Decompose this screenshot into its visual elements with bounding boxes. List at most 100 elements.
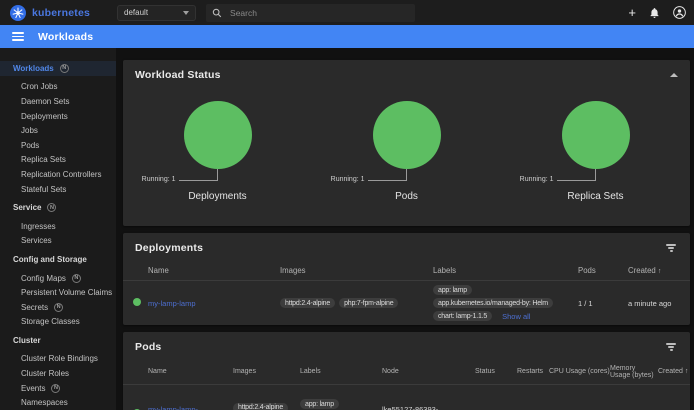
pods-pie-chart: Running: 1 Pods [312, 101, 501, 202]
sidebar-item-pods[interactable]: Pods [0, 138, 116, 153]
sidebar-nav: WorkloadsN Cron Jobs Daemon Sets Deploym… [0, 48, 116, 410]
sidebar-item-jobs[interactable]: Jobs [0, 123, 116, 138]
top-app-bar: kubernetes default + [0, 0, 694, 25]
column-header-labels[interactable]: Labels [433, 266, 578, 275]
collapse-card-icon[interactable] [670, 73, 678, 77]
sidebar-item-events[interactable]: EventsN [0, 381, 116, 396]
create-resource-button[interactable]: + [628, 8, 636, 18]
namespace-selector[interactable]: default [117, 5, 196, 21]
table-row: my-lamp-lamp httpd:2.4-alpine php:7-fpm-… [123, 281, 690, 325]
sidebar-item-namespaces[interactable]: Namespaces [0, 395, 116, 410]
sidebar-item-daemon-sets[interactable]: Daemon Sets [0, 94, 116, 109]
chart-title: Replica Sets [567, 191, 623, 202]
notifications-bell-icon[interactable] [649, 7, 660, 19]
sidebar-item-deployments[interactable]: Deployments [0, 109, 116, 124]
sidebar-item-cron-jobs[interactable]: Cron Jobs [0, 80, 116, 95]
kubernetes-dashboard: kubernetes default + [0, 0, 694, 410]
column-header-restarts[interactable]: Restarts [517, 368, 549, 375]
column-header-created[interactable]: Created ↑ [658, 368, 692, 375]
image-chip: httpd:2.4-alpine [280, 298, 335, 308]
sidebar-item-cluster[interactable]: Cluster [0, 333, 116, 348]
pie-callout-label: Running: 1 [520, 176, 554, 183]
namespaced-badge-icon: N [51, 384, 60, 393]
column-header-images[interactable]: Images [280, 266, 433, 275]
column-header-name[interactable]: Name [148, 368, 233, 375]
pie-running-slice [373, 101, 441, 169]
search-input[interactable] [230, 8, 380, 18]
workload-status-charts: Running: 1 Deployments Running: 1 Pods R… [123, 101, 690, 202]
pods-title: Pods [135, 341, 161, 353]
namespaced-badge-icon: N [60, 64, 69, 73]
sidebar-item-service[interactable]: ServiceN [0, 200, 116, 215]
column-header-pods[interactable]: Pods [578, 266, 628, 275]
chevron-down-icon [183, 11, 189, 15]
sidebar-item-replica-sets[interactable]: Replica Sets [0, 153, 116, 168]
sidebar-item-secrets[interactable]: SecretsN [0, 300, 116, 315]
column-header-name[interactable]: Name [148, 266, 280, 275]
created-timestamp: a minute ago [628, 299, 671, 308]
sidebar-item-workloads[interactable]: WorkloadsN [0, 61, 116, 76]
user-account-icon[interactable] [673, 6, 686, 19]
sidebar-item-cluster-roles[interactable]: Cluster Roles [0, 366, 116, 381]
label-chip: app: lamp [300, 399, 339, 409]
callout-line [179, 169, 218, 181]
sidebar-item-services[interactable]: Services [0, 234, 116, 249]
sidebar-item-stateful-sets[interactable]: Stateful Sets [0, 182, 116, 197]
deployments-pie-chart: Running: 1 Deployments [123, 101, 312, 202]
table-row: my-lamp-lamp-5fd985cf68-jwvz4 httpd:2.4-… [123, 385, 690, 410]
sidebar-item-ingresses[interactable]: Ingresses [0, 219, 116, 234]
chart-title: Deployments [188, 191, 246, 202]
column-header-cpu[interactable]: CPU Usage (cores) [549, 368, 610, 375]
sidebar-item-config-maps[interactable]: Config MapsN [0, 271, 116, 286]
column-header-labels[interactable]: Labels [300, 368, 382, 375]
pod-name-link[interactable]: my-lamp-lamp-5fd985cf68-jwvz4 [148, 405, 206, 410]
pie-callout-label: Running: 1 [331, 176, 365, 183]
column-header-images[interactable]: Images [233, 368, 300, 375]
sidebar-item-storage-classes[interactable]: Storage Classes [0, 315, 116, 330]
search-icon [212, 8, 222, 18]
pie-callout-label: Running: 1 [142, 176, 176, 183]
node-name: lke55127-86393-622f8d09399a [382, 405, 475, 410]
workload-status-card: Workload Status Running: 1 Deployments R… [123, 60, 690, 226]
sort-ascending-icon: ↑ [685, 368, 689, 375]
pods-card: Pods Name Images Labels Node Status Rest… [123, 332, 690, 410]
sidebar-item-persistent-volume-claims[interactable]: Persistent Volume ClaimsN [0, 285, 116, 300]
column-header-created[interactable]: Created ↑ [628, 266, 682, 275]
main-content: Workload Status Running: 1 Deployments R… [116, 48, 694, 410]
callout-line [557, 169, 596, 181]
brand-name: kubernetes [32, 7, 90, 19]
column-header-memory[interactable]: Memory Usage (bytes) [610, 365, 658, 379]
pods-ratio: 1 / 1 [578, 299, 628, 308]
pie-running-slice [184, 101, 252, 169]
column-header-node[interactable]: Node [382, 368, 475, 375]
namespaced-badge-icon: N [72, 274, 81, 283]
menu-hamburger-icon[interactable] [12, 32, 24, 41]
status-ok-dot-icon [133, 298, 141, 306]
deployments-table-header: Name Images Labels Pods Created ↑ [123, 260, 690, 281]
label-chip: app.kubernetes.io/managed-by: Helm [433, 298, 553, 308]
image-chip: httpd:2.4-alpine [233, 403, 288, 410]
pods-table-header: Name Images Labels Node Status Restarts … [123, 359, 690, 385]
deployments-card: Deployments Name Images Labels Pods Crea… [123, 233, 690, 325]
chart-title: Pods [395, 191, 418, 202]
sidebar-item-cluster-role-bindings[interactable]: Cluster Role Bindings [0, 352, 116, 367]
namespaced-badge-icon: N [54, 303, 63, 312]
replica-sets-pie-chart: Running: 1 Replica Sets [501, 101, 690, 202]
deployments-title: Deployments [135, 242, 203, 254]
page-title: Workloads [38, 31, 93, 43]
deployment-name-link[interactable]: my-lamp-lamp [148, 299, 196, 308]
search-box [206, 4, 415, 22]
topbar-actions: + [628, 6, 686, 19]
column-header-status[interactable]: Status [475, 368, 517, 375]
filter-icon[interactable] [664, 341, 678, 352]
show-all-link[interactable]: Show all [502, 312, 530, 321]
sidebar-item-replication-controllers[interactable]: Replication Controllers [0, 167, 116, 182]
workload-status-title: Workload Status [135, 69, 221, 81]
namespace-selected-value: default [124, 8, 183, 17]
callout-line [368, 169, 407, 181]
filter-icon[interactable] [664, 242, 678, 253]
sort-ascending-icon: ↑ [658, 268, 662, 275]
label-chip: app: lamp [433, 285, 472, 295]
page-title-bar: Workloads [0, 25, 694, 48]
sidebar-item-config-and-storage[interactable]: Config and Storage [0, 252, 116, 267]
